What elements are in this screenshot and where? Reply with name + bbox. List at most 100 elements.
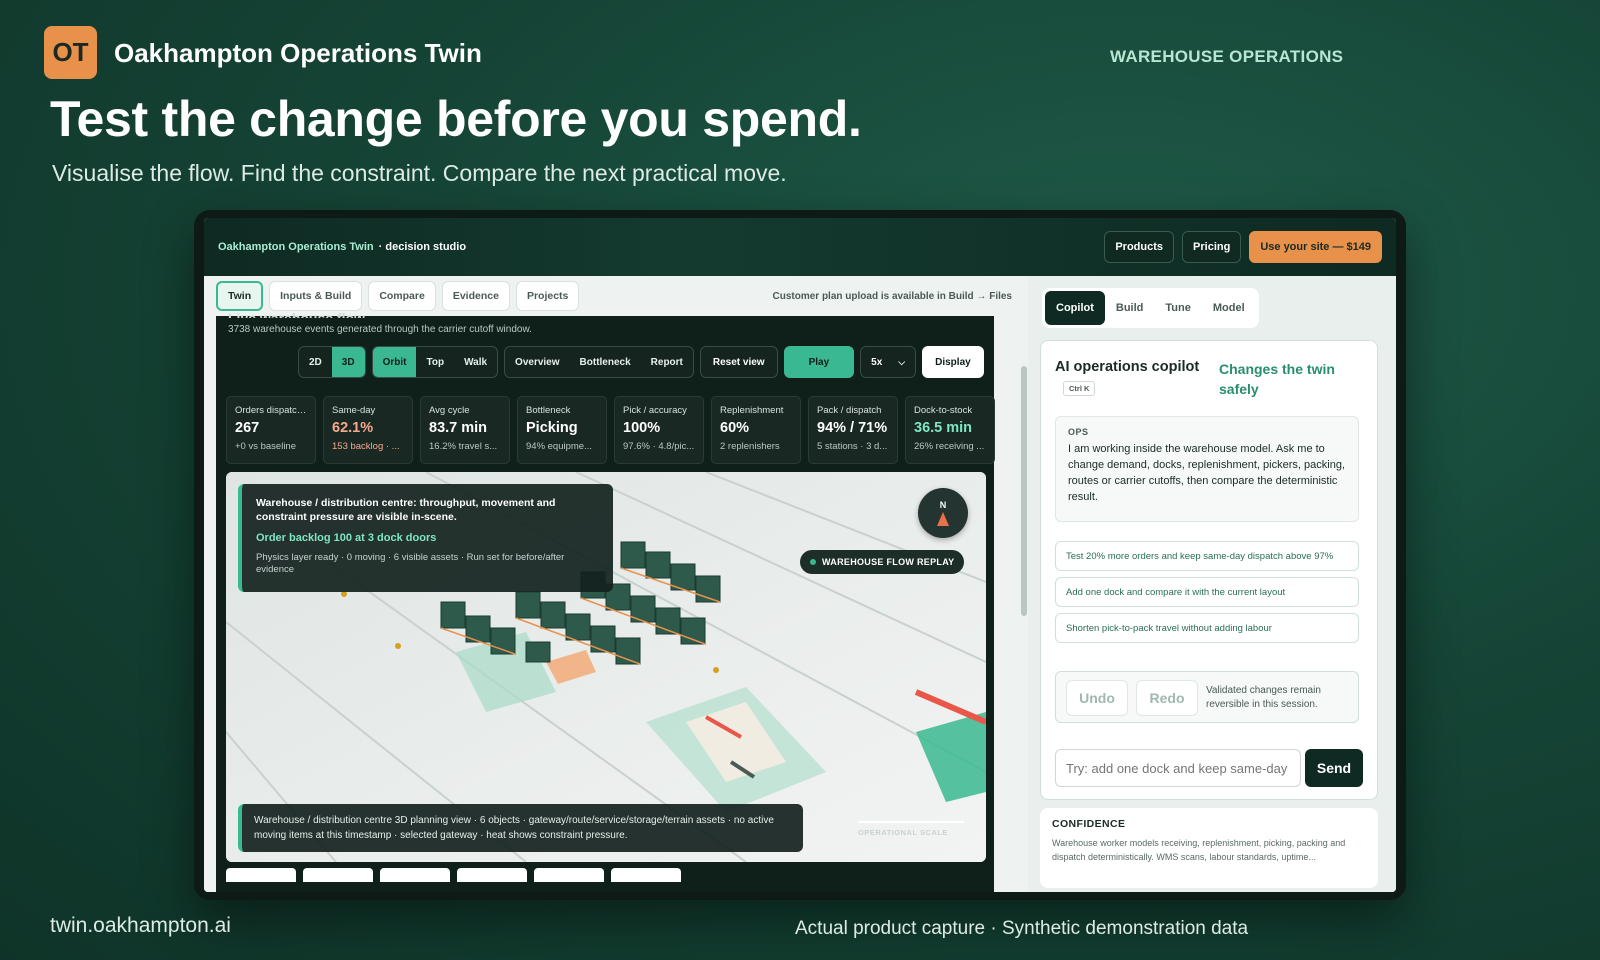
flow-replay-badge[interactable]: WAREHOUSE FLOW REPLAY [800, 550, 965, 574]
capture-caption: Actual product capture · Synthetic demon… [795, 918, 1249, 939]
tab-model[interactable]: Model [1202, 291, 1256, 325]
copilot-title: AI operations copilot [1055, 359, 1200, 375]
products-button[interactable]: Products [1104, 231, 1175, 263]
display-button[interactable]: Display [922, 346, 984, 378]
kpi-sub: 94% equipme... [526, 441, 593, 452]
kpi-card: Replenishment 60% 2 replenishers [711, 396, 801, 464]
confidence-title: CONFIDENCE [1052, 818, 1126, 830]
app-subtitle: · decision studio [378, 241, 467, 253]
twin-panel: Live warehouse flow 3738 warehouse event… [216, 310, 995, 892]
history-controls: Undo Redo Validated changes remain rever… [1055, 671, 1359, 723]
tab-evidence[interactable]: Evidence [441, 281, 510, 311]
kpi-sub: 2 replenishers [720, 441, 780, 452]
kpi-card: Orders dispatched 267 +0 vs baseline [226, 396, 316, 464]
asset-chip[interactable] [303, 868, 373, 882]
kpi-label: Same-day [332, 405, 376, 416]
toggle-3d[interactable]: 3D [331, 347, 365, 377]
tab-projects[interactable]: Projects [515, 281, 580, 311]
compass-arrow-icon [937, 512, 949, 526]
camera-walk[interactable]: Walk [454, 347, 497, 377]
asset-chip[interactable] [534, 868, 604, 882]
kpi-card: Pick / accuracy 100% 97.6% · 4.8/pic... [614, 396, 704, 464]
view-presets: Overview Bottleneck Report [504, 346, 694, 378]
kpi-card: Pack / dispatch 94% / 71% 5 stations · 3… [808, 396, 898, 464]
app-screen: Oakhampton Operations Twin · decision st… [204, 218, 1396, 892]
tab-build[interactable]: Build [1105, 291, 1155, 325]
ops-message: OPS I am working inside the warehouse mo… [1055, 416, 1359, 522]
undo-button[interactable]: Undo [1066, 680, 1128, 716]
sector-label: WAREHOUSE OPERATIONS [1110, 47, 1344, 66]
camera-toggle: Orbit Top Walk [371, 346, 499, 378]
asset-chip[interactable] [457, 868, 527, 882]
sidebar-tabs: Copilot Build Tune Model [1042, 288, 1259, 328]
kpi-value: 267 [235, 420, 260, 436]
workspace-scrollbar[interactable] [1020, 276, 1028, 892]
send-button[interactable]: Send [1305, 749, 1363, 787]
history-note: Validated changes remain reversible in t… [1206, 685, 1321, 710]
suggestion-more-orders[interactable]: Test 20% more orders and keep same-day d… [1055, 541, 1359, 571]
compass-button[interactable]: N [918, 488, 968, 538]
toggle-2d[interactable]: 2D [299, 347, 332, 377]
kpi-label: Replenishment [720, 405, 784, 416]
reset-view-button[interactable]: Reset view [699, 346, 778, 378]
tab-twin[interactable]: Twin [216, 281, 264, 311]
kpi-row: Orders dispatched 267 +0 vs baseline Sam… [226, 396, 1002, 464]
app-topbar: Oakhampton Operations Twin · decision st… [204, 218, 1396, 276]
asset-chip[interactable] [226, 868, 296, 882]
camera-orbit[interactable]: Orbit [372, 347, 417, 377]
kpi-value: 60% [720, 420, 750, 436]
status-dot-icon [810, 559, 816, 565]
kpi-sub: 5 stations · 3 d... [817, 441, 888, 452]
device-frame: Oakhampton Operations Twin · decision st… [194, 210, 1406, 900]
warehouse-3d-viewport[interactable]: Warehouse / distribution centre: through… [226, 472, 986, 862]
main-tabs: Twin Inputs & Build Compare Evidence Pro… [216, 281, 585, 311]
subline: Visualise the flow. Find the constraint.… [52, 160, 787, 186]
copilot-sidebar: Copilot Build Tune Model AI operations c… [1028, 276, 1396, 892]
kpi-label: Pack / dispatch [817, 405, 882, 416]
kpi-sub: 153 backlog · ... [332, 441, 400, 452]
kpi-sub: 26% receiving ... [914, 441, 985, 452]
copilot-panel: AI operations copilot Ctrl K Changes the… [1040, 340, 1378, 800]
kpi-card: Bottleneck Picking 94% equipme... [517, 396, 607, 464]
kpi-card: Dock-to-stock 36.5 min 26% receiving ... [905, 396, 995, 464]
view-report[interactable]: Report [641, 347, 693, 377]
chevron-down-icon: ⌵ [898, 356, 906, 367]
copilot-input[interactable] [1055, 749, 1301, 787]
tab-compare[interactable]: Compare [368, 281, 436, 311]
twin-workspace: Twin Inputs & Build Compare Evidence Pro… [204, 276, 1027, 892]
speed-value: 5x [871, 356, 883, 368]
dimension-toggle: 2D 3D [298, 346, 366, 378]
suggestion-shorten-travel[interactable]: Shorten pick-to-pack travel without addi… [1055, 613, 1359, 643]
pricing-button[interactable]: Pricing [1182, 231, 1242, 263]
asset-chip[interactable] [380, 868, 450, 882]
use-your-site-button[interactable]: Use your site — $149 [1249, 231, 1382, 263]
kpi-sub: +0 vs baseline [235, 441, 296, 452]
tab-tune[interactable]: Tune [1154, 291, 1201, 325]
backlog-alert: Order backlog 100 at 3 dock doors [256, 532, 437, 544]
flow-replay-label: WAREHOUSE FLOW REPLAY [822, 557, 955, 567]
kpi-value: 83.7 min [429, 420, 488, 436]
kpi-label: Orders dispatched [235, 405, 307, 416]
kpi-value: 100% [623, 420, 661, 436]
events-summary: 3738 warehouse events generated through … [228, 324, 532, 335]
speed-select[interactable]: 5x ⌵ [860, 346, 917, 378]
site-url: twin.oakhampton.ai [50, 914, 231, 937]
redo-button[interactable]: Redo [1136, 680, 1198, 716]
asset-chip[interactable] [611, 868, 681, 882]
scrollbar-thumb[interactable] [1021, 366, 1027, 616]
view-bottleneck[interactable]: Bottleneck [570, 347, 641, 377]
play-button[interactable]: Play [783, 346, 855, 378]
tab-copilot[interactable]: Copilot [1045, 291, 1105, 325]
camera-top[interactable]: Top [416, 347, 454, 377]
asset-chip-row [226, 868, 688, 882]
kpi-sub: 16.2% travel s... [429, 441, 498, 452]
keyboard-shortcut-badge: Ctrl K [1063, 381, 1096, 396]
view-overview[interactable]: Overview [505, 347, 569, 377]
kpi-sub: 97.6% · 4.8/pic... [623, 441, 695, 452]
tab-inputs-build[interactable]: Inputs & Build [269, 281, 363, 311]
upload-note: Customer plan upload is available in Bui… [772, 291, 1013, 302]
operational-scale-label: OPERATIONAL SCALE [858, 828, 948, 837]
scene-caption: Warehouse / distribution centre 3D plann… [238, 804, 803, 852]
suggestion-add-dock[interactable]: Add one dock and compare it with the cur… [1055, 577, 1359, 607]
headline: Test the change before you spend. [50, 91, 862, 147]
